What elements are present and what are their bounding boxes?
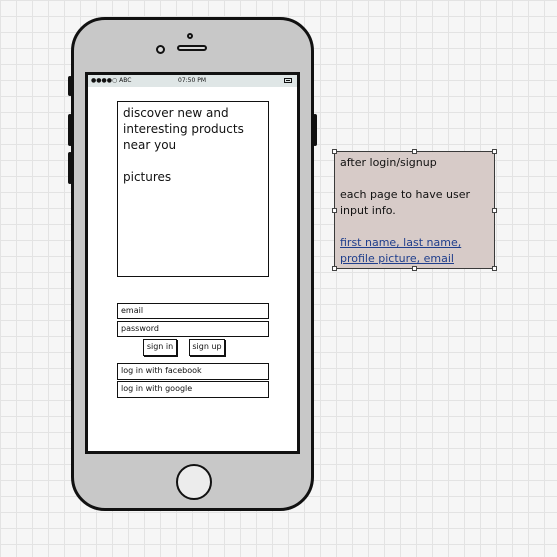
email-input[interactable]: email bbox=[117, 303, 269, 319]
phone-speaker bbox=[177, 45, 207, 51]
front-camera bbox=[156, 45, 165, 54]
pictures-label: pictures bbox=[123, 170, 172, 184]
phone-side-button-silent bbox=[68, 76, 72, 96]
resize-handle-bottom-right[interactable] bbox=[492, 266, 497, 271]
status-bar: ●●●●○ ABC 07:50 PM bbox=[88, 75, 297, 87]
hero-text-line: interesting products bbox=[123, 122, 244, 136]
resize-handle-bottom-left[interactable] bbox=[332, 266, 337, 271]
hero-pictures-box: discover new and interesting products ne… bbox=[117, 101, 269, 277]
facebook-login-button[interactable]: log in with facebook bbox=[117, 363, 269, 380]
resize-handle-bottom[interactable] bbox=[412, 266, 417, 271]
resize-handle-top[interactable] bbox=[412, 149, 417, 154]
resize-handle-right[interactable] bbox=[492, 208, 497, 213]
phone-side-button-volume-down bbox=[68, 152, 72, 184]
phone-sensor bbox=[187, 33, 193, 39]
note-link[interactable]: profile picture, email bbox=[340, 251, 489, 267]
home-button[interactable] bbox=[176, 464, 212, 500]
phone-side-button-volume-up bbox=[68, 114, 72, 146]
sign-in-button[interactable]: sign in bbox=[143, 339, 177, 356]
phone-side-button-power bbox=[313, 114, 317, 146]
resize-handle-top-left[interactable] bbox=[332, 149, 337, 154]
resize-handle-top-right[interactable] bbox=[492, 149, 497, 154]
google-login-button[interactable]: log in with google bbox=[117, 381, 269, 398]
note-line: input info. bbox=[340, 204, 396, 217]
password-input[interactable]: password bbox=[117, 321, 269, 337]
annotation-note[interactable]: after login/signup each page to have use… bbox=[334, 151, 495, 269]
carrier-signal: ●●●●○ ABC bbox=[91, 77, 132, 84]
battery-icon bbox=[284, 78, 292, 83]
hero-text-line: near you bbox=[123, 138, 177, 152]
resize-handle-left[interactable] bbox=[332, 208, 337, 213]
note-line: each page to have user bbox=[340, 188, 471, 201]
note-line: after login/signup bbox=[340, 156, 437, 169]
sign-up-button[interactable]: sign up bbox=[189, 339, 225, 356]
hero-text-line: discover new and bbox=[123, 106, 229, 120]
status-time: 07:50 PM bbox=[178, 77, 206, 84]
note-link[interactable]: first name, last name, bbox=[340, 235, 489, 251]
